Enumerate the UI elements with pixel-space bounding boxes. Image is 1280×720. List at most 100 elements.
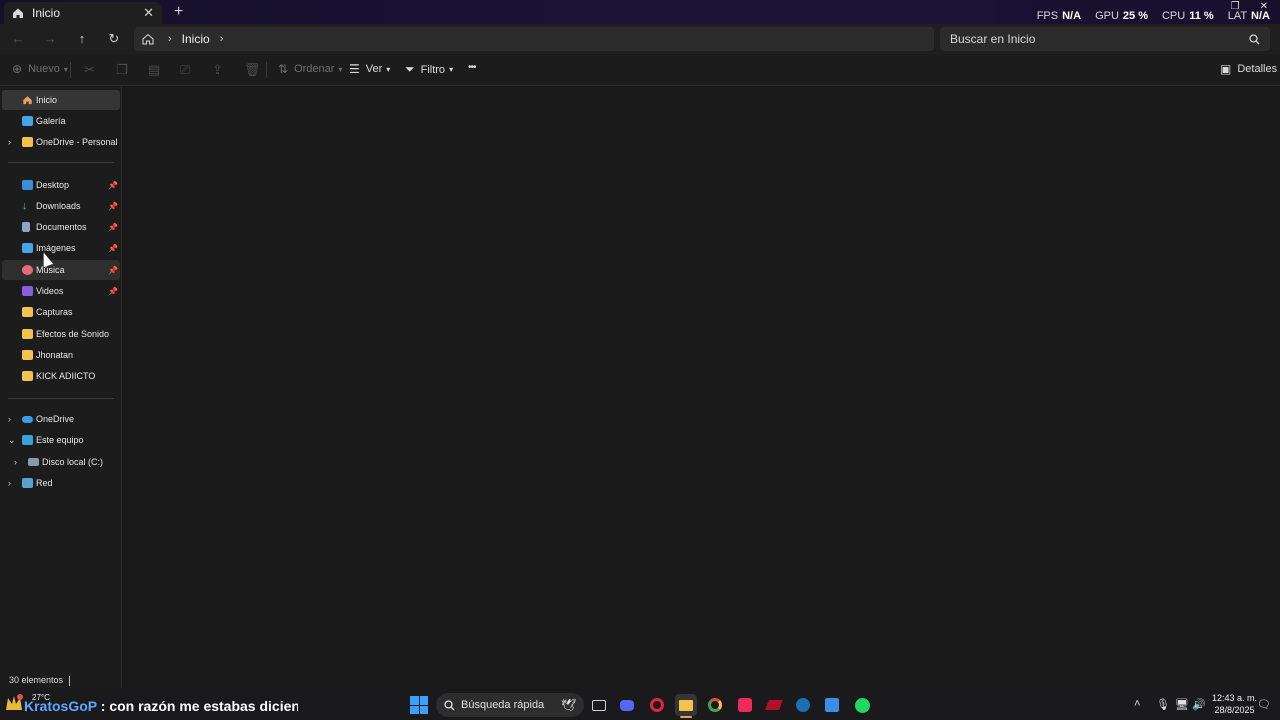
taskbar-search-input[interactable]	[461, 699, 561, 711]
sort-label: Ordenar	[294, 63, 335, 75]
clock[interactable]: 12:43 a. m. 28/8/2025	[1212, 692, 1257, 716]
cut-icon[interactable]: ✂	[84, 62, 95, 78]
notification-icon[interactable]: 🗨	[1257, 698, 1271, 711]
clock-time: 12:43 a. m.	[1212, 693, 1258, 703]
chevron-right-icon[interactable]: ›	[14, 457, 17, 467]
spotify-icon[interactable]	[851, 694, 873, 716]
network-icon	[22, 478, 33, 488]
forward-icon[interactable]: →	[40, 30, 60, 48]
chevron-right-icon[interactable]: ›	[8, 478, 11, 488]
pin-icon[interactable]: 📌	[108, 244, 118, 253]
task-view-icon[interactable]	[588, 694, 610, 716]
chat-overlay: KratosGoP : con razón me estabas diciend…	[24, 698, 298, 714]
sidebar-item-label: Red	[36, 478, 53, 488]
microphone-icon[interactable]: 🎙	[1156, 698, 1170, 711]
sidebar-item-onedrive-personal[interactable]: › OneDrive - Personal	[2, 132, 120, 152]
weather-icon[interactable]	[4, 692, 24, 714]
volume-icon[interactable]: 🔊	[1192, 698, 1206, 711]
pin-icon[interactable]: 📌	[108, 287, 118, 296]
computer-icon	[22, 435, 33, 445]
sidebar-item-label: Inicio	[36, 95, 58, 105]
sidebar-item-red[interactable]: › Red	[2, 473, 120, 493]
opera-icon[interactable]	[646, 694, 668, 716]
sidebar-item-documentos[interactable]: Documentos 📌	[2, 217, 120, 237]
drive-icon	[28, 458, 39, 466]
pin-icon[interactable]: 📌	[108, 223, 118, 232]
editor-icon[interactable]	[821, 694, 843, 716]
search-icon[interactable]	[1249, 33, 1260, 45]
new-button[interactable]: ⊕ Nuevo ▾	[12, 62, 68, 76]
share-icon[interactable]: ⇪	[212, 62, 223, 78]
sidebar-item-label: Desktop	[36, 180, 70, 190]
sidebar-item-onedrive[interactable]: › OneDrive	[2, 409, 120, 429]
more-button[interactable]: •••	[468, 62, 476, 73]
app-icon[interactable]	[763, 694, 785, 716]
view-button[interactable]: ☰ Ver ▾	[349, 62, 390, 76]
refresh-icon[interactable]: ↻	[104, 30, 124, 48]
home-icon	[13, 8, 23, 18]
chat-username: KratosGoP	[24, 698, 97, 714]
chevron-down-icon[interactable]: ⌄	[8, 435, 16, 446]
chevron-right-icon[interactable]: ›	[220, 33, 224, 45]
network-icon[interactable]: 🖥	[1175, 698, 1189, 711]
pin-icon[interactable]: 📌	[108, 266, 118, 275]
details-button[interactable]: ▣ Detalles	[1220, 62, 1277, 76]
sidebar-item-label: OneDrive	[36, 414, 75, 424]
discord-icon[interactable]	[616, 694, 638, 716]
folder-icon	[22, 137, 33, 147]
tab-inicio[interactable]: Inicio ✕	[4, 2, 162, 24]
chevron-right-icon[interactable]: ›	[168, 33, 172, 45]
folder-icon	[22, 350, 33, 360]
breadcrumb[interactable]: Inicio	[182, 32, 210, 46]
sidebar-item-inicio[interactable]: Inicio	[2, 90, 120, 110]
sidebar-item-capturas[interactable]: Capturas	[2, 302, 120, 322]
sidebar-item-efectos-de-sonido[interactable]: Efectos de Sonido	[2, 324, 120, 344]
pin-icon[interactable]: 📌	[108, 202, 118, 211]
start-button[interactable]	[410, 696, 428, 714]
chevron-up-icon[interactable]: ˄	[1134, 698, 1140, 710]
sidebar-item-downloads[interactable]: ↓ Downloads 📌	[2, 196, 120, 216]
tiktok-icon[interactable]	[734, 694, 756, 716]
home-icon[interactable]	[142, 33, 154, 45]
search-icon	[444, 699, 455, 710]
sidebar-item-galeria[interactable]: Galería	[2, 111, 120, 131]
chevron-right-icon[interactable]: ›	[8, 414, 11, 424]
steam-icon[interactable]	[792, 694, 814, 716]
pin-icon[interactable]: 📌	[108, 181, 118, 190]
plus-circle-icon: ⊕	[12, 62, 23, 76]
sidebar-item-jhonatan[interactable]: Jhonatan	[2, 345, 120, 365]
chrome-icon[interactable]	[704, 694, 726, 716]
download-icon: ↓	[22, 200, 28, 212]
taskbar-search[interactable]: 🕊	[436, 693, 584, 717]
sidebar-item-musica[interactable]: Música 📌	[2, 260, 120, 280]
close-tab-button[interactable]: ✕	[143, 5, 154, 21]
rename-icon[interactable]: ⎚	[180, 62, 190, 78]
sidebar-item-kick-adiicto[interactable]: KICK ADIICTO	[2, 366, 120, 386]
desktop-icon	[22, 180, 33, 190]
sidebar-item-disco-local[interactable]: › Disco local (C:)	[2, 452, 120, 472]
copy-icon[interactable]: ❐	[116, 62, 128, 78]
new-tab-button[interactable]: +	[174, 3, 183, 21]
bird-icon: 🕊	[561, 698, 577, 712]
videos-icon	[22, 286, 33, 296]
lat-readout: LAT N/A	[1227, 10, 1270, 22]
sidebar-item-este-equipo[interactable]: ⌄ Este equipo	[2, 430, 120, 450]
sort-button[interactable]: ⇅ Ordenar ▾	[278, 62, 342, 76]
filter-button[interactable]: ⏷ Filtro ▾	[405, 62, 453, 77]
up-icon[interactable]: ↑	[72, 30, 92, 48]
sidebar-item-imagenes[interactable]: Imágenes 📌	[2, 238, 120, 258]
chevron-down-icon: ▾	[449, 65, 454, 74]
address-bar[interactable]: › Inicio ›	[134, 27, 934, 51]
paste-icon[interactable]: ▤	[148, 62, 160, 78]
chevron-right-icon[interactable]: ›	[8, 137, 11, 147]
home-icon	[23, 96, 32, 105]
sidebar-item-label: Capturas	[36, 307, 73, 317]
gpu-readout: GPU 25 %	[1095, 10, 1148, 22]
file-explorer-icon[interactable]	[675, 694, 697, 718]
delete-icon[interactable]: 🗑	[244, 62, 261, 78]
sidebar-item-videos[interactable]: Videos 📌	[2, 281, 120, 301]
search-input[interactable]	[950, 32, 1249, 46]
search-box[interactable]	[940, 27, 1270, 51]
sidebar-item-desktop[interactable]: Desktop 📌	[2, 175, 120, 195]
back-icon[interactable]: ←	[8, 30, 28, 48]
